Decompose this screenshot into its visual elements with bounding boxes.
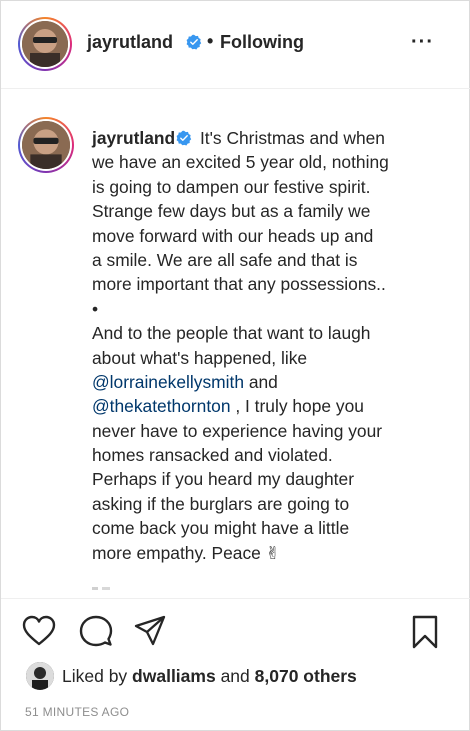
author-avatar[interactable]: [18, 17, 72, 71]
caption-line: @thekatethornton , I truly hope you: [92, 394, 442, 418]
post-header: jayrutland • Following ···: [1, 1, 470, 89]
caption-bullet: •: [92, 298, 99, 319]
divider: [1, 598, 470, 599]
heart-icon[interactable]: [22, 615, 56, 647]
caption-text: , I truly hope you: [230, 396, 364, 417]
post-timestamp[interactable]: 51 MINUTES AGO: [25, 705, 129, 719]
liker-avatar[interactable]: [26, 662, 54, 690]
likes-summary: Liked by dwalliams and 8,070 others: [62, 666, 357, 687]
separator-dot: •: [207, 31, 214, 51]
caption-line: about what's happened, like: [92, 347, 308, 368]
bookmark-icon[interactable]: [411, 615, 439, 649]
mention-link[interactable]: @thekatethornton: [92, 396, 231, 416]
caption-line: homes ransacked and violated.: [92, 445, 333, 466]
liker-username[interactable]: dwalliams: [132, 666, 216, 686]
caption-text: It's Christmas and when: [195, 128, 385, 148]
caption-line: is going to dampen our festive spirit.: [92, 176, 371, 197]
verified-badge-icon: [176, 130, 192, 146]
caption-line: @lorrainekellysmith and: [92, 370, 442, 394]
caption-line: more important that any possessions..: [92, 274, 386, 295]
likes-prefix: Liked by: [62, 666, 133, 686]
instagram-post: jayrutland • Following ··· jayrutland It…: [0, 0, 470, 731]
caption-line: move forward with our heads up and: [92, 225, 374, 246]
caption-username[interactable]: jayrutland: [92, 128, 175, 148]
caption-line: And to the people that want to laugh: [92, 323, 371, 344]
caption-line: jayrutland It's Christmas and when: [92, 126, 442, 150]
likes-middle: and: [215, 666, 255, 686]
caption-line: come back you might have a little: [92, 518, 350, 539]
caption-text: and: [244, 371, 278, 392]
caption-line: a smile. We are all safe and that is: [92, 249, 358, 270]
caption-line: Strange few days but as a family we: [92, 201, 371, 222]
truncated-text-fade: [92, 585, 132, 593]
verified-badge-icon: [186, 34, 202, 50]
following-button[interactable]: Following: [220, 32, 304, 53]
paper-plane-icon[interactable]: [134, 615, 166, 647]
caption-line: we have an excited 5 year old, nothing: [92, 152, 389, 173]
caption-author-avatar[interactable]: [18, 117, 74, 173]
comment-icon[interactable]: [79, 615, 113, 647]
more-options-button[interactable]: ···: [411, 31, 434, 54]
caption-line: asking if the burglars are going to: [92, 493, 350, 514]
post-caption: jayrutland It's Christmas and when we ha…: [92, 126, 442, 565]
caption-line: more empathy. Peace ✌: [92, 542, 281, 563]
likes-count[interactable]: 8,070 others: [255, 666, 357, 686]
caption-line: never have to experience having your: [92, 420, 383, 441]
author-username[interactable]: jayrutland: [87, 32, 173, 53]
caption-line: Perhaps if you heard my daughter: [92, 469, 354, 490]
mention-link[interactable]: @lorrainekellysmith: [92, 372, 244, 392]
